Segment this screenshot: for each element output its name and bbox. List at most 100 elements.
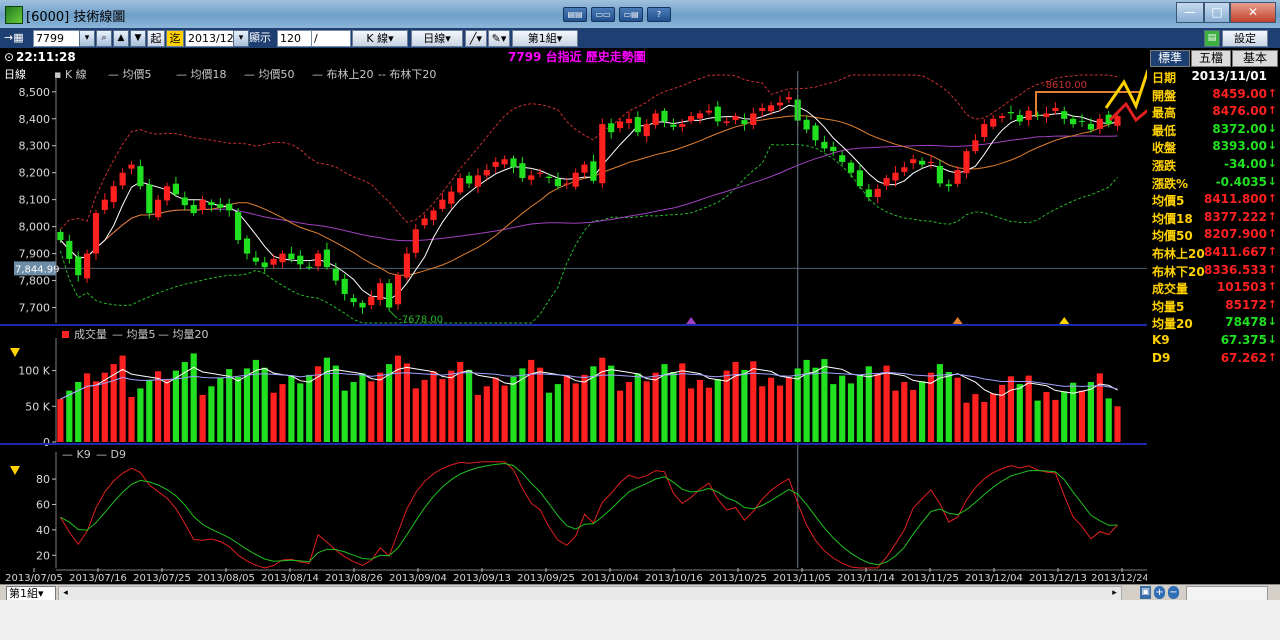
tile-windows-button[interactable]: ▤▤ — [563, 7, 587, 22]
symbol-dropdown-icon[interactable]: ▾ — [79, 30, 95, 47]
volume-bar — [501, 385, 508, 442]
period-button[interactable]: 日線▾ — [411, 30, 463, 47]
candle-body — [1043, 113, 1050, 117]
zoom-out-icon[interactable]: − — [1168, 586, 1179, 599]
price-tick-label: 7,700 — [19, 302, 51, 315]
candle-body — [785, 97, 792, 100]
search-icon[interactable]: ⌕ — [96, 30, 112, 47]
scroll-left-icon[interactable]: ◂ — [60, 587, 71, 600]
link-icon[interactable]: →▦ — [4, 30, 32, 45]
arrow-down-icon[interactable]: ▼ — [130, 30, 146, 47]
candle-body — [306, 266, 313, 268]
candle-body — [1007, 112, 1014, 114]
chart-area[interactable]: ⊙ 22:11:28 7799 台指近 歷史走勢圖 日線 ▪ K 線 — 均價5 — … — [0, 48, 1150, 584]
volume-bar — [1061, 391, 1068, 442]
arrow-down-icon: ↓ — [1267, 333, 1277, 346]
volume-legend-swatch — [62, 331, 69, 338]
symbol-input[interactable]: 7799 — [33, 30, 83, 47]
settings-icon[interactable]: ▤ — [1204, 30, 1220, 47]
candle-body — [314, 253, 322, 267]
quote-row: 漲跌 -34.00 ↓ — [1151, 156, 1277, 173]
kline-button[interactable]: K 線▾ — [352, 30, 408, 47]
legend-item: ▪ K 線 — [54, 67, 87, 81]
volume-bar — [1105, 398, 1112, 442]
tab-standard[interactable]: 標準 — [1150, 50, 1190, 67]
volume-bar — [545, 392, 553, 442]
arrow-up-icon: ↑ — [1267, 262, 1277, 276]
candle-body — [759, 108, 766, 111]
layout-button[interactable]: 第1組▾ — [512, 30, 578, 47]
quote-row-value: 67.262 — [1220, 350, 1267, 365]
volume-bar — [466, 369, 473, 442]
scroll-right-icon[interactable]: ▸ — [1109, 587, 1120, 600]
date-dropdown-icon[interactable]: ▾ — [233, 30, 249, 47]
volume-bar — [705, 387, 712, 442]
maximize-button[interactable]: □ — [1204, 2, 1230, 23]
display-count-input[interactable]: 120 — [277, 30, 313, 47]
zoom-fit-icon[interactable]: ▣ — [1140, 586, 1151, 599]
volume-bar — [190, 353, 197, 442]
quote-row: 開盤 8459.00 ↑ — [1151, 86, 1277, 103]
split-windows-button[interactable]: ▭▤ — [619, 7, 643, 22]
quote-row-value: 67.375 — [1220, 333, 1267, 347]
volume-bar — [359, 373, 366, 442]
volume-bar — [954, 377, 961, 442]
quote-row-label: 最高 — [1152, 106, 1177, 121]
candle-body — [474, 175, 481, 187]
draw-line-button[interactable]: ╱▾ — [465, 30, 487, 47]
volume-bar — [1070, 382, 1077, 442]
volume-bar — [128, 397, 135, 442]
settings-button[interactable]: 設定 — [1222, 30, 1268, 47]
pen-button[interactable]: ✎▾ — [488, 30, 510, 47]
candle-body — [368, 296, 375, 306]
candle-body — [163, 186, 171, 201]
cascade-windows-button[interactable]: ▭▭ — [591, 7, 615, 22]
horizontal-scrollbar[interactable]: ◂ ▸ — [58, 586, 1122, 601]
candle-body — [332, 268, 339, 281]
volume-tick-label: 0 — [43, 436, 50, 449]
zoom-slider[interactable] — [1186, 586, 1268, 601]
price-tick-label: 8,100 — [19, 194, 51, 207]
volume-bar — [741, 369, 748, 442]
zoom-in-icon[interactable]: + — [1154, 586, 1165, 599]
minimize-button[interactable]: — — [1176, 2, 1204, 23]
low-annotation: -7678.00 — [398, 314, 443, 325]
quote-row: K9 67.375 ↓ — [1151, 332, 1277, 349]
quote-row-value: -0.4035 — [1215, 174, 1267, 189]
volume-bar — [510, 377, 517, 442]
volume-bar — [261, 367, 268, 442]
volume-bar — [572, 383, 579, 442]
end-date-button[interactable]: 迄 — [166, 30, 184, 47]
candle-body — [448, 191, 455, 204]
arrow-up-icon: ↑ — [1267, 350, 1277, 364]
arrow-up-icon[interactable]: ▲ — [113, 30, 129, 47]
candle-body — [563, 183, 570, 185]
display-label: 顯示 — [249, 31, 271, 44]
volume-bar — [963, 402, 970, 442]
candle-body — [803, 119, 810, 130]
quote-row: 均量5 85172 ↑ — [1151, 297, 1277, 314]
volume-bar — [403, 363, 410, 442]
help-button[interactable]: ? — [647, 7, 671, 22]
volume-bar — [581, 374, 588, 442]
main-window: [6000] 技術線圖 ▤▤ ▭▭ ▭▤ ? — □ ✕ →▦ 7799 ▾ ⌕… — [0, 0, 1280, 640]
technical-chart[interactable]: ⊙ 22:11:28 7799 台指近 歷史走勢圖 日線 ▪ K 線 — 均價5 — … — [0, 48, 1150, 584]
volume-bar — [688, 388, 695, 442]
candle-body — [412, 229, 419, 253]
candle-body — [430, 210, 437, 221]
start-date-button[interactable]: 起 — [147, 30, 165, 47]
volume-bar — [830, 384, 837, 442]
close-button[interactable]: ✕ — [1230, 2, 1276, 23]
date-input[interactable]: 2013/12/ — [185, 30, 237, 47]
legend-item: — 均價18 — [176, 67, 227, 81]
volume-bar — [1114, 406, 1121, 442]
tab-five-levels[interactable]: 五檔 — [1191, 50, 1231, 67]
candle-body — [892, 172, 899, 181]
tab-basic[interactable]: 基本 — [1232, 50, 1278, 67]
quote-row-label: 布林下20 — [1152, 264, 1205, 279]
candle-body — [350, 298, 357, 303]
volume-bar — [528, 359, 535, 442]
candle-body — [1052, 108, 1059, 111]
layout-select[interactable]: 第1組▾ — [6, 586, 56, 601]
candle-body — [199, 199, 206, 210]
